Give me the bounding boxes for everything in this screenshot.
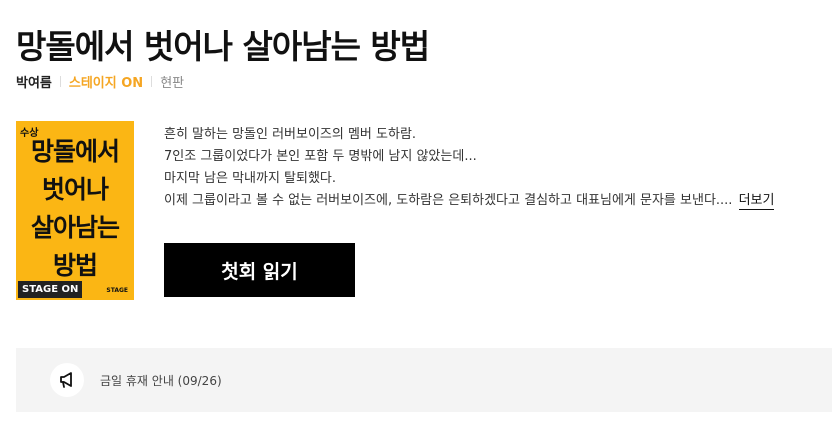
- synopsis: 흔히 말하는 망돌인 러버보이즈의 멤버 도하람. 7인조 그룹이었다가 본인 …: [164, 124, 814, 212]
- read-first-episode-button[interactable]: 첫회 읽기: [164, 243, 355, 297]
- work-meta: 박여름 스테이지 ON 현판: [16, 72, 184, 91]
- author-name[interactable]: 박여름: [16, 72, 52, 91]
- notice-icon-wrap: [50, 363, 84, 397]
- stage-on-logo: STAGE ON: [18, 281, 83, 298]
- cover-image: 수상 망돌에서 벗어나 살아남는 방법 STAGE ON STAGE: [16, 121, 134, 300]
- more-link[interactable]: 더보기: [738, 193, 775, 210]
- synopsis-line-last: 이제 그룹이라고 볼 수 없는 러버보이즈에, 도하람은 은퇴하겠다고 결심하고…: [164, 190, 814, 212]
- notice-text: 금일 휴재 안내 (09/26): [100, 374, 222, 388]
- meta-divider: [151, 76, 153, 87]
- synopsis-line-text: 이제 그룹이라고 볼 수 없는 러버보이즈에, 도하람은 은퇴하겠다고 결심하고…: [164, 193, 733, 208]
- synopsis-line: 흔히 말하는 망돌인 러버보이즈의 멤버 도하람.: [164, 127, 417, 142]
- megaphone-icon: [60, 372, 72, 388]
- page-title: 망돌에서 벗어나 살아남는 방법: [16, 27, 430, 66]
- meta-divider: [59, 76, 61, 87]
- genre-label[interactable]: 현판: [160, 72, 184, 91]
- notice-banner[interactable]: 금일 휴재 안내 (09/26): [16, 348, 832, 412]
- platform-label[interactable]: 스테이지 ON: [69, 72, 143, 91]
- cover-title: 망돌에서 벗어나 살아남는 방법: [30, 137, 120, 280]
- synopsis-line: 마지막 남은 막내까지 탈퇴했다.: [164, 171, 337, 186]
- synopsis-line: 7인조 그룹이었다가 본인 포함 두 명밖에 남지 않았는데...: [164, 149, 477, 164]
- stage-mark: STAGE: [106, 287, 128, 294]
